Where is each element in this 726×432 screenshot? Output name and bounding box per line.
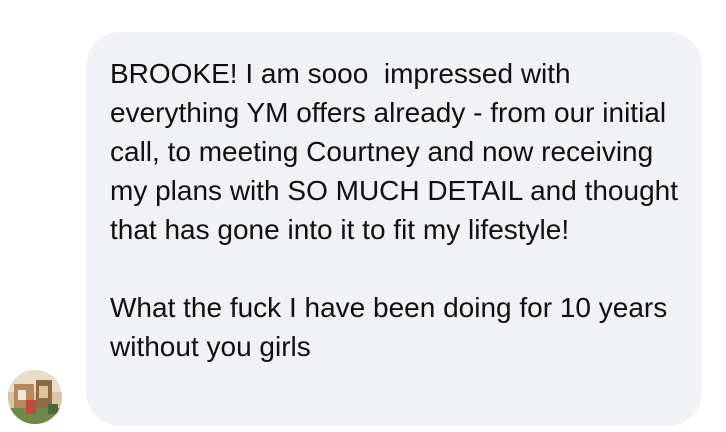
message-row: BROOKE! I am sooo impressed with everyth… (0, 0, 726, 432)
message-paragraph-2: What the fuck I have been doing for 10 y… (110, 292, 676, 362)
sender-avatar[interactable] (8, 370, 62, 424)
message-bubble[interactable]: BROOKE! I am sooo impressed with everyth… (86, 32, 702, 426)
message-paragraph-1: BROOKE! I am sooo impressed with everyth… (110, 58, 686, 245)
profile-photo-icon (8, 370, 62, 424)
